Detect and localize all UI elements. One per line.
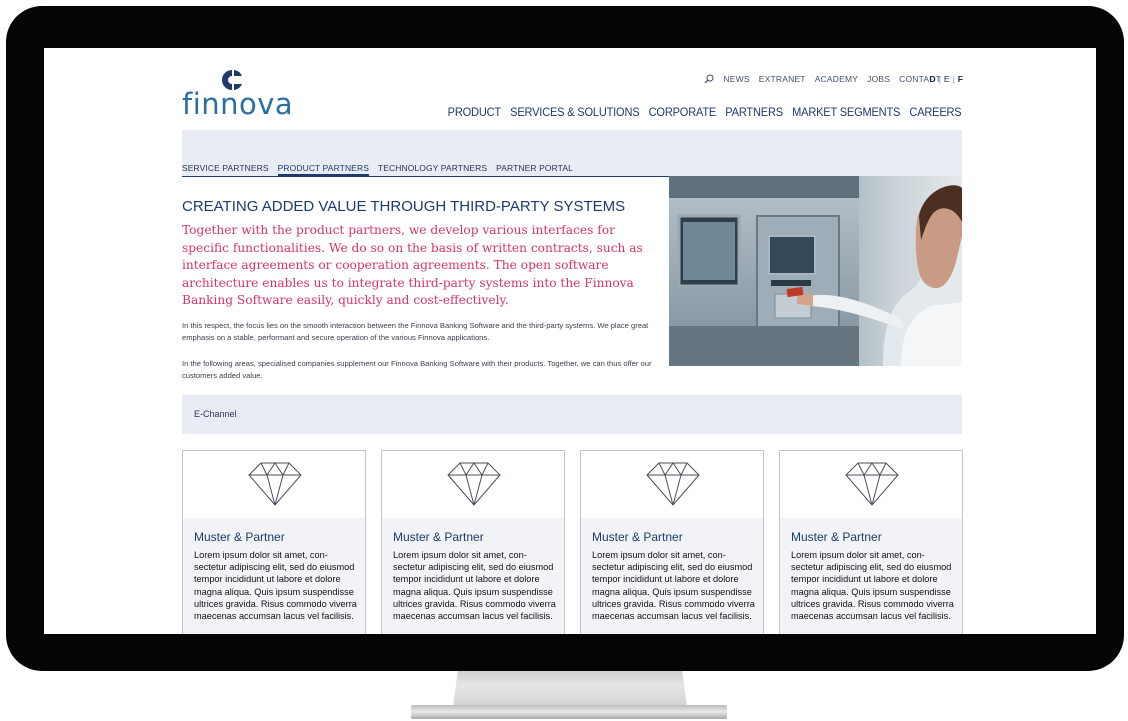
subnav-product-partners[interactable]: PRODUCT PARTNERS <box>277 163 369 176</box>
lead-paragraph: Together with the product partners, we d… <box>182 223 643 307</box>
card-body: Muster & Partner Lorem ipsum dolor sit a… <box>581 518 763 634</box>
card-text: Lorem ipsum dolor sit amet, con-sectetur… <box>393 550 556 622</box>
partner-card[interactable]: Muster & Partner Lorem ipsum dolor sit a… <box>580 450 764 634</box>
card-title: Muster & Partner <box>393 530 484 544</box>
card-title: Muster & Partner <box>791 530 882 544</box>
card-body: Muster & Partner Lorem ipsum dolor sit a… <box>382 518 564 634</box>
main-nav-services-solutions[interactable]: SERVICES & SOLUTIONS <box>510 105 639 119</box>
partner-card[interactable]: Muster & Partner Lorem ipsum dolor sit a… <box>381 450 565 634</box>
partner-card[interactable]: Muster & Partner Lorem ipsum dolor sit a… <box>182 450 366 634</box>
hero-image-atm <box>669 176 962 366</box>
lang-f[interactable]: F <box>958 74 963 84</box>
lang-separator: | <box>952 74 955 84</box>
diamond-icon <box>447 462 501 506</box>
card-title: Muster & Partner <box>194 530 285 544</box>
diamond-icon <box>845 462 899 506</box>
logo-wordmark: finnova <box>182 87 294 121</box>
page-heading: CREATING ADDED VALUE THROUGH THIRD-PARTY… <box>182 198 626 215</box>
main-nav-product[interactable]: PRODUCT <box>447 105 500 119</box>
search-icon[interactable] <box>704 74 714 84</box>
card-body: Muster & Partner Lorem ipsum dolor sit a… <box>780 518 962 634</box>
main-nav-partners[interactable]: PARTNERS <box>725 105 783 119</box>
body-paragraph-2: In the following areas, specialised comp… <box>182 359 652 380</box>
utility-nav: NEWS EXTRANET ACADEMY JOBS CONTACT <box>704 74 941 84</box>
util-nav-jobs[interactable]: JOBS <box>867 74 890 84</box>
util-nav-extranet[interactable]: EXTRANET <box>759 74 806 84</box>
section-bar-e-channel[interactable]: E-Channel <box>182 395 962 434</box>
card-text: Lorem ipsum dolor sit amet, con-sectetur… <box>194 550 357 622</box>
diamond-icon <box>646 462 700 506</box>
monitor-bezel: finnova NEWS EXTRANET ACADEMY JOBS CONTA… <box>6 6 1124 671</box>
subnav-service-partners[interactable]: SERVICE PARTNERS <box>182 163 269 176</box>
card-icon-area <box>581 451 763 518</box>
lang-separator: | <box>938 74 941 84</box>
card-text: Lorem ipsum dolor sit amet, con-sectetur… <box>791 550 954 622</box>
lang-e[interactable]: E <box>944 74 950 84</box>
main-nav-market-segments[interactable]: MARKET SEGMENTS <box>792 105 900 119</box>
card-title: Muster & Partner <box>592 530 683 544</box>
main-nav-careers[interactable]: CAREERS <box>909 105 961 119</box>
card-icon-area <box>183 451 365 518</box>
section-title: E-Channel <box>194 409 237 419</box>
card-body: Muster & Partner Lorem ipsum dolor sit a… <box>183 518 365 634</box>
main-nav: PRODUCT SERVICES & SOLUTIONS CORPORATE P… <box>447 105 961 119</box>
diamond-icon <box>248 462 302 506</box>
util-nav-academy[interactable]: ACADEMY <box>815 74 858 84</box>
screen: finnova NEWS EXTRANET ACADEMY JOBS CONTA… <box>44 48 1096 634</box>
sub-nav: SERVICE PARTNERS PRODUCT PARTNERS TECHNO… <box>182 163 573 176</box>
monitor-stand <box>453 671 687 707</box>
body-paragraph-1: In this respect, the focus lies on the s… <box>182 321 649 342</box>
monitor-stand-base <box>411 705 727 719</box>
util-nav-news[interactable]: NEWS <box>723 74 749 84</box>
card-icon-area <box>780 451 962 518</box>
card-icon-area <box>382 451 564 518</box>
partner-card[interactable]: Muster & Partner Lorem ipsum dolor sit a… <box>779 450 963 634</box>
finnova-logo[interactable]: finnova <box>182 69 302 124</box>
card-text: Lorem ipsum dolor sit amet, con-sectetur… <box>592 550 755 622</box>
main-nav-corporate[interactable]: CORPORATE <box>648 105 716 119</box>
lang-d[interactable]: D <box>930 74 936 84</box>
subnav-partner-portal[interactable]: PARTNER PORTAL <box>496 163 573 176</box>
language-switcher: D | E | F <box>930 74 963 84</box>
subnav-technology-partners[interactable]: TECHNOLOGY PARTNERS <box>378 163 487 176</box>
